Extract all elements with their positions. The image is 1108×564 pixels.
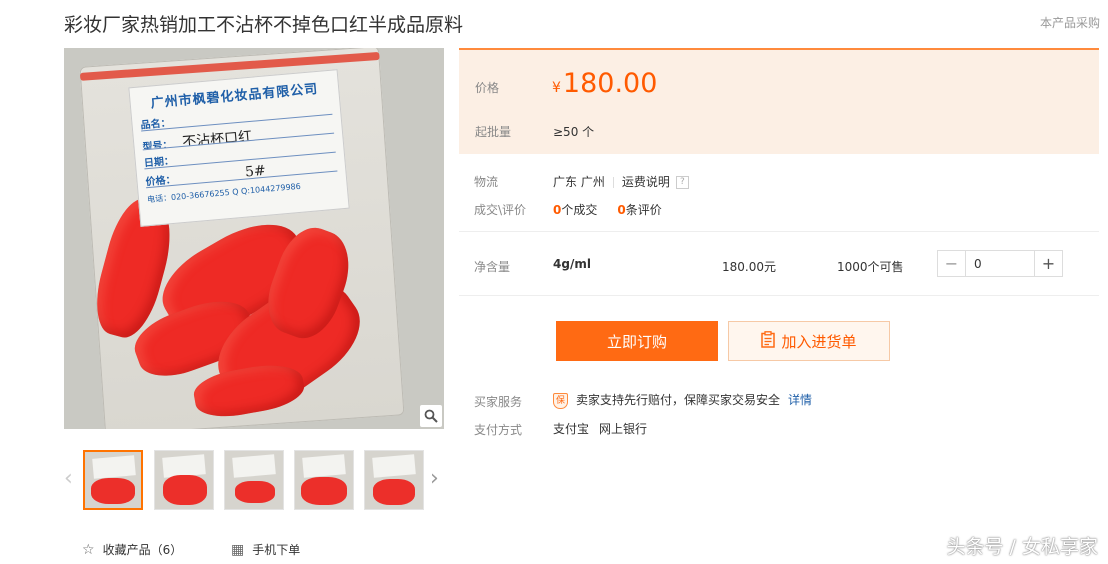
quantity-input[interactable] bbox=[966, 251, 1034, 276]
chevron-right-icon[interactable]: › bbox=[430, 466, 439, 491]
favorite-label: 收藏产品（6） bbox=[102, 543, 183, 557]
quantity-increase-button[interactable]: + bbox=[1034, 251, 1062, 276]
service-details-link[interactable]: 详情 bbox=[788, 393, 812, 407]
product-label-card: 广州市枫碧化妆品有限公司 品名： 型号： 不沾杯口红 日期： 价格：5# 电话：0… bbox=[128, 69, 350, 227]
product-title: 彩妆厂家热销加工不沾杯不掉色口红半成品原料 bbox=[64, 14, 464, 36]
thumbnail-label bbox=[92, 455, 136, 479]
label-model-key: 型号： bbox=[142, 139, 173, 151]
zoom-icon[interactable] bbox=[420, 405, 442, 427]
mobile-order-link[interactable]: ▦ 手机下单 bbox=[231, 541, 300, 558]
label-price-key: 价格： bbox=[145, 174, 177, 189]
quantity-decrease-button[interactable]: − bbox=[938, 251, 966, 276]
chevron-left-icon[interactable]: ‹ bbox=[64, 466, 73, 491]
thumbnail-lipstick bbox=[91, 478, 135, 504]
shield-icon: 保 bbox=[553, 392, 568, 409]
sku-spec: 4g/ml bbox=[553, 257, 591, 271]
thumbnail-label bbox=[372, 454, 416, 478]
thumbnail-lipstick bbox=[163, 475, 207, 505]
thumbnail-label bbox=[302, 454, 346, 478]
sku-price: 180.00元 bbox=[722, 260, 776, 274]
mobile-order-label: 手机下单 bbox=[252, 543, 301, 557]
favorite-product-link[interactable]: ☆ 收藏产品（6） bbox=[82, 541, 182, 558]
divider bbox=[459, 231, 1099, 232]
currency-symbol: ¥ bbox=[552, 80, 561, 96]
price-amount: 180.00 bbox=[562, 68, 658, 99]
thumbnail-1[interactable] bbox=[83, 450, 143, 510]
sku-stock: 1000个可售 bbox=[837, 260, 904, 274]
purchase-link[interactable]: 本产品采购 bbox=[1040, 14, 1100, 31]
thumbnail-lipstick bbox=[301, 477, 347, 505]
moq-label: 起批量 bbox=[475, 125, 512, 139]
moq-value: ≥50 个 bbox=[553, 125, 595, 139]
watermark: 头条号 / 女私享家 bbox=[946, 536, 1098, 558]
clipboard-icon bbox=[761, 330, 776, 352]
logistics-info: 广东 广州 运费说明? bbox=[553, 173, 689, 190]
thumbnail-5[interactable] bbox=[364, 450, 424, 510]
add-to-purchase-list-button[interactable]: 加入进货单 bbox=[728, 321, 890, 361]
payment-method-alipay: 支付宝 bbox=[553, 422, 590, 436]
reviews-count: 0 bbox=[617, 203, 626, 217]
buyer-service-text: 卖家支持先行赔付，保障买家交易安全 bbox=[576, 393, 781, 407]
thumbnail-lipstick bbox=[373, 479, 415, 505]
thumbnail-label bbox=[232, 454, 276, 478]
shipping-fee-link[interactable]: 运费说明 bbox=[622, 175, 670, 189]
reviews-text[interactable]: 条评价 bbox=[626, 203, 662, 217]
orders-text[interactable]: 个成交 bbox=[561, 203, 597, 217]
deals-label: 成交\评价 bbox=[474, 203, 527, 217]
product-main-image[interactable]: 广州市枫碧化妆品有限公司 品名： 型号： 不沾杯口红 日期： 价格：5# 电话：0… bbox=[64, 48, 444, 429]
buyer-service-info: 保卖家支持先行赔付，保障买家交易安全 详情 bbox=[553, 391, 812, 409]
thumbnail-lipstick bbox=[235, 481, 275, 503]
price-value: ¥180.00 bbox=[552, 68, 657, 99]
price-label: 价格 bbox=[475, 81, 500, 95]
label-date-key: 日期： bbox=[143, 155, 175, 170]
sku-label: 净含量 bbox=[474, 260, 511, 274]
star-icon: ☆ bbox=[82, 542, 95, 558]
buy-now-button[interactable]: 立即订购 bbox=[556, 321, 718, 361]
shipping-origin: 广东 广州 bbox=[553, 175, 605, 189]
help-icon[interactable]: ? bbox=[675, 176, 689, 189]
deals-info: 0个成交 0条评价 bbox=[553, 201, 662, 218]
logistics-label: 物流 bbox=[474, 175, 499, 189]
qr-code-icon: ▦ bbox=[231, 542, 245, 558]
divider bbox=[612, 177, 614, 188]
payment-methods: 支付宝 网上银行 bbox=[553, 420, 647, 437]
add-to-purchase-list-label: 加入进货单 bbox=[781, 332, 857, 351]
label-name-key: 品名： bbox=[140, 117, 172, 132]
payment-label: 支付方式 bbox=[474, 423, 523, 437]
thumbnail-2[interactable] bbox=[154, 450, 214, 510]
divider bbox=[459, 295, 1099, 296]
payment-method-online-bank: 网上银行 bbox=[599, 422, 648, 436]
quantity-stepper: − + bbox=[937, 250, 1063, 277]
label-price-value: 5# bbox=[244, 162, 267, 181]
thumbnail-4[interactable] bbox=[294, 450, 354, 510]
buyer-service-label: 买家服务 bbox=[474, 395, 523, 409]
thumbnail-3[interactable] bbox=[224, 450, 284, 510]
